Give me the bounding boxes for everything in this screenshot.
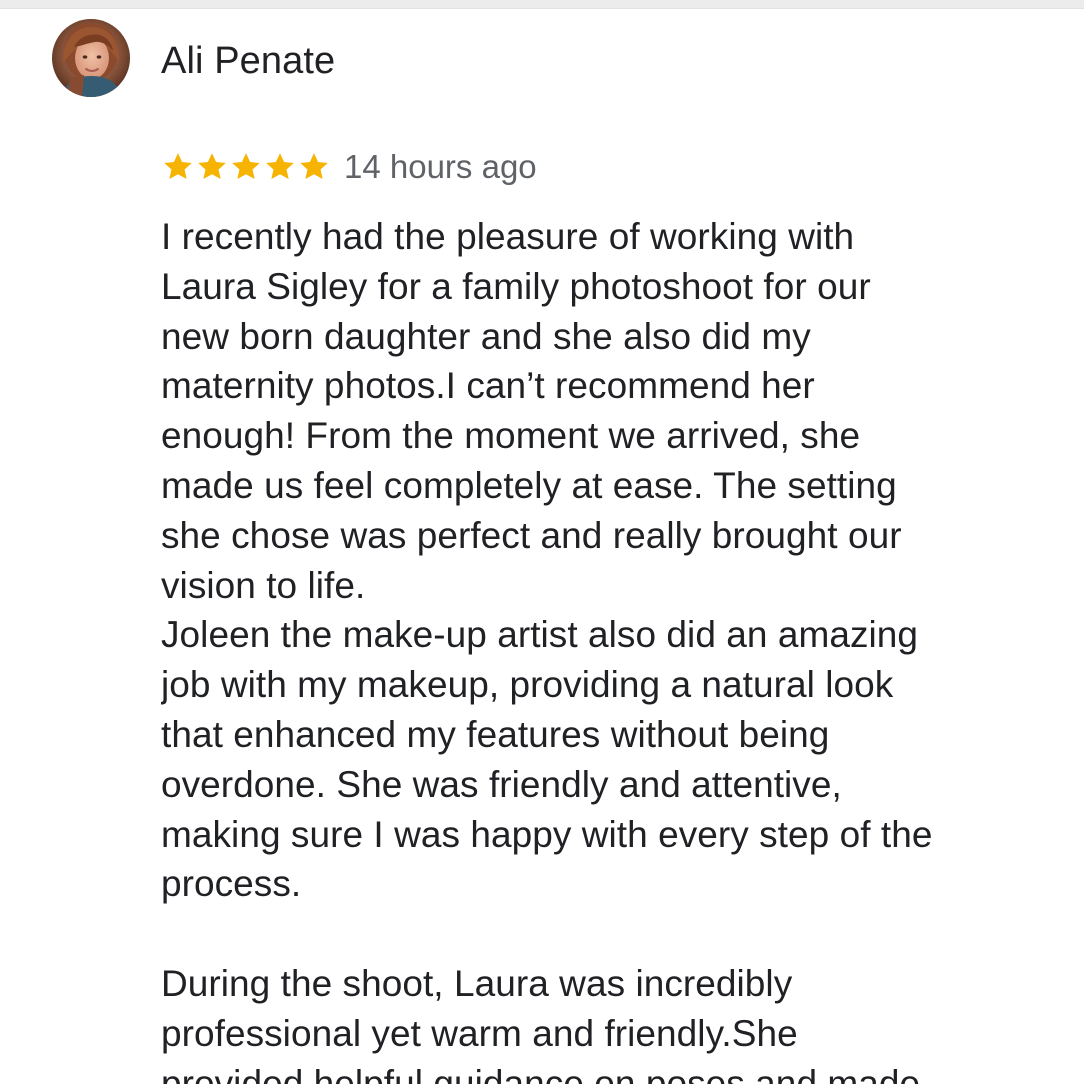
review-line: maternity photos.I can’t recommend her xyxy=(161,365,815,407)
review-line: Laura Sigley for a family photoshoot for… xyxy=(161,265,871,307)
profile-photo-icon xyxy=(52,19,130,97)
star-filled-icon xyxy=(198,153,226,180)
review-line: provided helpful guidance on poses and m… xyxy=(161,1062,921,1084)
review-line: overdone. She was friendly and attentive… xyxy=(161,763,842,805)
review-line: making sure I was happy with every step … xyxy=(161,813,933,855)
star-filled-icon xyxy=(300,153,328,180)
review-line: job with my makeup, providing a natural … xyxy=(161,664,894,706)
review-meta: 14 hours ago xyxy=(161,144,537,190)
reviewer-name[interactable]: Ali Penate xyxy=(161,38,335,84)
review-line: made us feel completely at ease. The set… xyxy=(161,464,897,506)
review-line: Joleen the make-up artist also did an am… xyxy=(161,614,919,656)
star-filled-icon xyxy=(266,153,294,180)
reviewer-avatar[interactable] xyxy=(52,19,130,97)
review-timestamp: 14 hours ago xyxy=(344,148,537,185)
review-text: I recently had the pleasure of working w… xyxy=(161,212,1056,1084)
review-line: that enhanced my features without being xyxy=(161,713,830,755)
review-line: vision to life. xyxy=(161,564,366,606)
review-line: she chose was perfect and really brought… xyxy=(161,514,902,556)
review-line: enough! From the moment we arrived, she xyxy=(161,415,861,457)
review-line: During the shoot, Laura was incredibly xyxy=(161,962,793,1004)
top-divider xyxy=(0,0,1084,9)
star-filled-icon xyxy=(164,153,192,180)
review-line: I recently had the pleasure of working w… xyxy=(161,216,855,257)
star-rating xyxy=(161,144,331,190)
review-line: process. xyxy=(161,863,302,905)
review-line: professional yet warm and friendly.She xyxy=(161,1012,798,1054)
review-line: new born daughter and she also did my xyxy=(161,315,811,357)
star-filled-icon xyxy=(232,153,260,180)
paragraph-break xyxy=(161,909,1056,959)
